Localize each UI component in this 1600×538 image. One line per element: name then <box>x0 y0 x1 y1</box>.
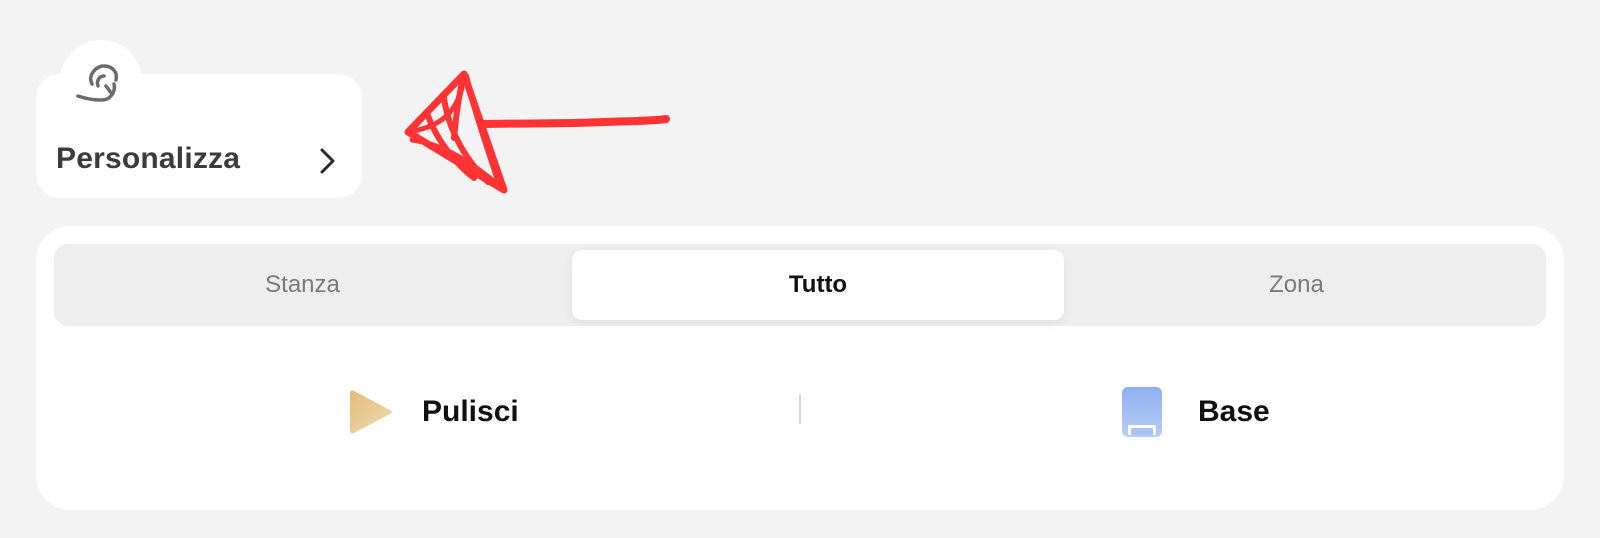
chevron-right-icon[interactable] <box>318 147 338 175</box>
dock-button[interactable]: Base <box>1120 376 1270 448</box>
fan-blades-icon <box>76 64 119 102</box>
personalize-label: Personalizza <box>56 142 241 175</box>
dock-label: Base <box>1198 395 1270 428</box>
play-icon <box>350 390 392 434</box>
actions-divider <box>799 394 801 424</box>
tab-zona[interactable]: Zona <box>1048 244 1545 326</box>
tab-stanza[interactable]: Stanza <box>54 244 551 326</box>
dock-station-icon <box>1122 387 1162 437</box>
clean-label: Pulisci <box>422 395 519 428</box>
annotation-arrow-icon <box>404 70 670 194</box>
tab-tutto[interactable]: Tutto <box>572 250 1064 320</box>
clean-button[interactable]: Pulisci <box>348 376 519 448</box>
control-panel: Stanza Zona Tutto Pulisci Base <box>36 226 1564 510</box>
